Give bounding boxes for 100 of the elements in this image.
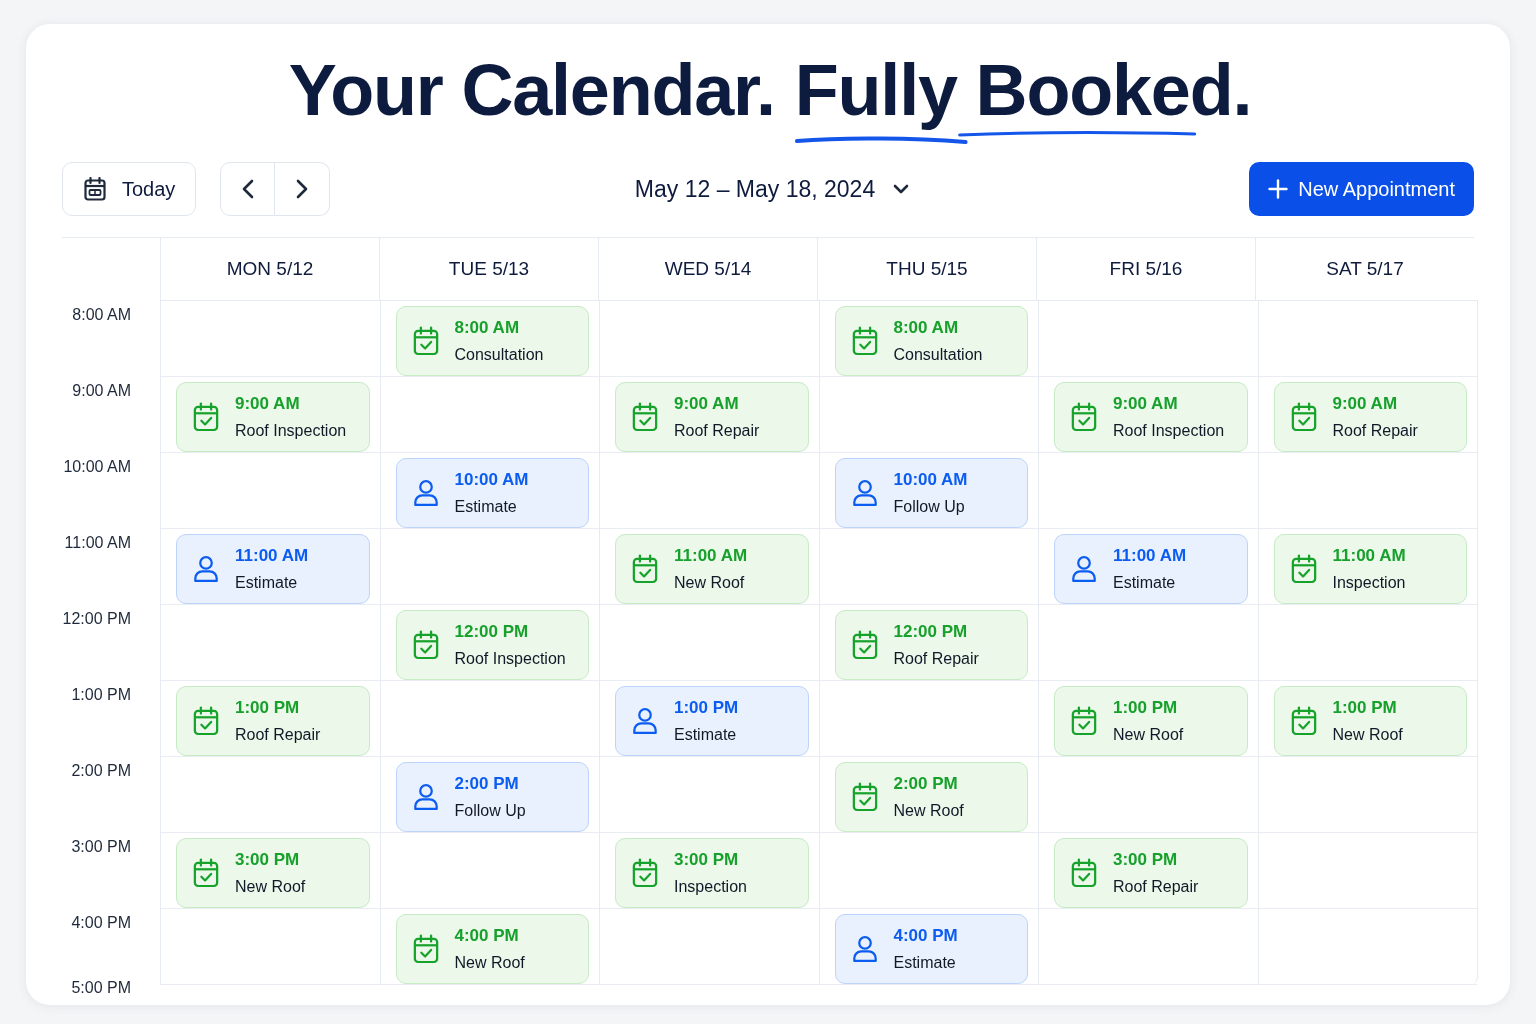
appointment-time: 11:00 AM <box>1332 545 1406 566</box>
time-label: 1:00 PM <box>71 685 131 705</box>
appointment-title: New Roof <box>893 800 964 821</box>
person-icon <box>412 479 439 507</box>
appointment-card[interactable]: 4:00 PM New Roof <box>395 914 589 984</box>
time-label: 8:00 AM <box>72 305 131 325</box>
appointment-time: 3:00 PM <box>235 849 301 870</box>
calendar-check-icon <box>632 554 658 584</box>
calendar-check-icon <box>1290 402 1317 432</box>
appointment-time: 11:00 AM <box>1113 545 1187 566</box>
appointment-card[interactable]: 10:00 AM Follow Up <box>834 458 1028 528</box>
time-label: 5:00 PM <box>71 978 131 998</box>
appointment-title: Inspection <box>674 876 747 897</box>
appointment-card[interactable]: 11:00 AM Estimate <box>176 534 370 604</box>
appointment-card[interactable]: 1:00 PM New Roof <box>1054 686 1248 756</box>
time-label: 3:00 PM <box>71 837 131 857</box>
appointment-title: New Roof <box>1332 724 1403 745</box>
appointment-title: Estimate <box>454 496 518 517</box>
appointment-title: New Roof <box>454 952 525 973</box>
calendar-check-icon <box>851 782 878 812</box>
appointment-title: Follow Up <box>893 496 966 517</box>
appointment-title: Consultation <box>454 344 544 365</box>
appointment-card[interactable]: 11:00 AM Estimate <box>1054 534 1248 604</box>
appointment-time: 9:00 AM <box>674 393 740 414</box>
appointment-time: 11:00 AM <box>235 545 309 566</box>
appointment-title: Roof Repair <box>1113 876 1199 897</box>
appointment-card[interactable]: 3:00 PM Inspection <box>615 838 809 908</box>
appointment-title: Consultation <box>893 344 983 365</box>
calendar-check-icon <box>193 706 219 736</box>
appointment-title: New Roof <box>1113 724 1184 745</box>
plus-icon <box>1268 179 1289 199</box>
calendar-check-icon <box>193 402 219 432</box>
calendar-check-icon <box>1071 402 1097 432</box>
appointment-card[interactable]: 10:00 AM Estimate <box>395 458 589 528</box>
appointment-card[interactable]: 3:00 PM New Roof <box>176 838 370 908</box>
appointment-time: 2:00 PM <box>454 773 520 794</box>
time-label: 10:00 AM <box>63 457 131 477</box>
day-header: THU 5/15 <box>886 258 968 280</box>
appointment-card[interactable]: 11:00 AM New Roof <box>615 534 809 604</box>
appointment-title: Roof Repair <box>893 648 979 669</box>
appointment-card[interactable]: 11:00 AM Inspection <box>1273 534 1467 604</box>
appointment-card[interactable]: 4:00 PM Estimate <box>834 914 1028 984</box>
chevron-left-icon <box>241 179 254 199</box>
calendar-check-icon <box>851 326 878 356</box>
appointment-card[interactable]: 1:00 PM Roof Repair <box>176 686 370 756</box>
appointment-time: 12:00 PM <box>454 621 530 642</box>
appointment-time: 1:00 PM <box>674 697 739 718</box>
appointment-time: 9:00 AM <box>235 393 301 414</box>
appointment-title: Roof Repair <box>235 724 321 745</box>
appointment-time: 10:00 AM <box>893 469 968 490</box>
appointment-time: 4:00 PM <box>454 925 520 946</box>
person-icon <box>412 783 439 811</box>
appointment-title: New Roof <box>674 572 746 593</box>
appointment-time: 10:00 AM <box>454 469 529 490</box>
calendar-check-icon <box>1071 706 1097 736</box>
appointment-card[interactable]: 3:00 PM Roof Repair <box>1054 838 1248 908</box>
person-icon <box>851 479 878 507</box>
day-header: TUE 5/13 <box>448 258 530 280</box>
page-title: Your Calendar. <box>288 50 775 130</box>
appointment-card[interactable]: 1:00 PM New Roof <box>1273 686 1467 756</box>
appointment-card[interactable]: 1:00 PM Estimate <box>615 686 809 756</box>
calendar-check-icon <box>1071 858 1097 888</box>
time-label: 2:00 PM <box>71 761 131 781</box>
calendar-icon <box>84 177 106 201</box>
appointment-time: 3:00 PM <box>1113 849 1179 870</box>
day-header: WED 5/14 <box>664 258 752 280</box>
calendar-check-icon <box>412 630 439 660</box>
appointment-card[interactable]: 2:00 PM Follow Up <box>395 762 589 832</box>
calendar-check-icon <box>632 402 658 432</box>
appointment-title: Roof Repair <box>674 420 760 441</box>
next-week-button[interactable] <box>275 162 331 216</box>
appointment-time: 9:00 AM <box>1332 393 1399 414</box>
appointment-title: Roof Inspection <box>1113 420 1225 441</box>
today-button[interactable]: Today <box>62 162 197 216</box>
appointment-title: New Roof <box>235 876 306 897</box>
appointment-card[interactable]: 9:00 AM Roof Repair <box>1273 382 1467 452</box>
new-appointment-button[interactable]: New Appointment <box>1249 162 1474 216</box>
appointment-card[interactable]: 9:00 AM Roof Inspection <box>1054 382 1248 452</box>
date-range-dropdown[interactable]: May 12 – May 18, 2024 <box>634 175 910 203</box>
person-icon <box>851 935 878 963</box>
person-icon <box>632 707 658 735</box>
appointment-card[interactable]: 8:00 AM Consultation <box>395 306 589 376</box>
calendar-check-icon <box>1290 554 1317 584</box>
appointment-time: 1:00 PM <box>235 697 301 718</box>
day-header: SAT 5/17 <box>1326 258 1404 280</box>
previous-week-button[interactable] <box>220 162 276 216</box>
time-label: 4:00 PM <box>71 913 131 933</box>
appointment-time: 1:00 PM <box>1113 697 1179 718</box>
chevron-down-icon <box>893 184 910 194</box>
calendar-check-icon <box>193 858 219 888</box>
appointment-time: 4:00 PM <box>893 925 958 946</box>
appointment-card[interactable]: 9:00 AM Roof Repair <box>615 382 809 452</box>
page-title-highlight: Fully Booked. <box>794 50 1252 130</box>
appointment-card[interactable]: 9:00 AM Roof Inspection <box>176 382 370 452</box>
appointment-title: Roof Inspection <box>235 420 347 441</box>
appointment-card[interactable]: 8:00 AM Consultation <box>834 306 1028 376</box>
appointment-card[interactable]: 12:00 PM Roof Inspection <box>395 610 589 680</box>
appointment-title: Estimate <box>674 724 738 745</box>
appointment-card[interactable]: 2:00 PM New Roof <box>834 762 1028 832</box>
appointment-card[interactable]: 12:00 PM Roof Repair <box>834 610 1028 680</box>
